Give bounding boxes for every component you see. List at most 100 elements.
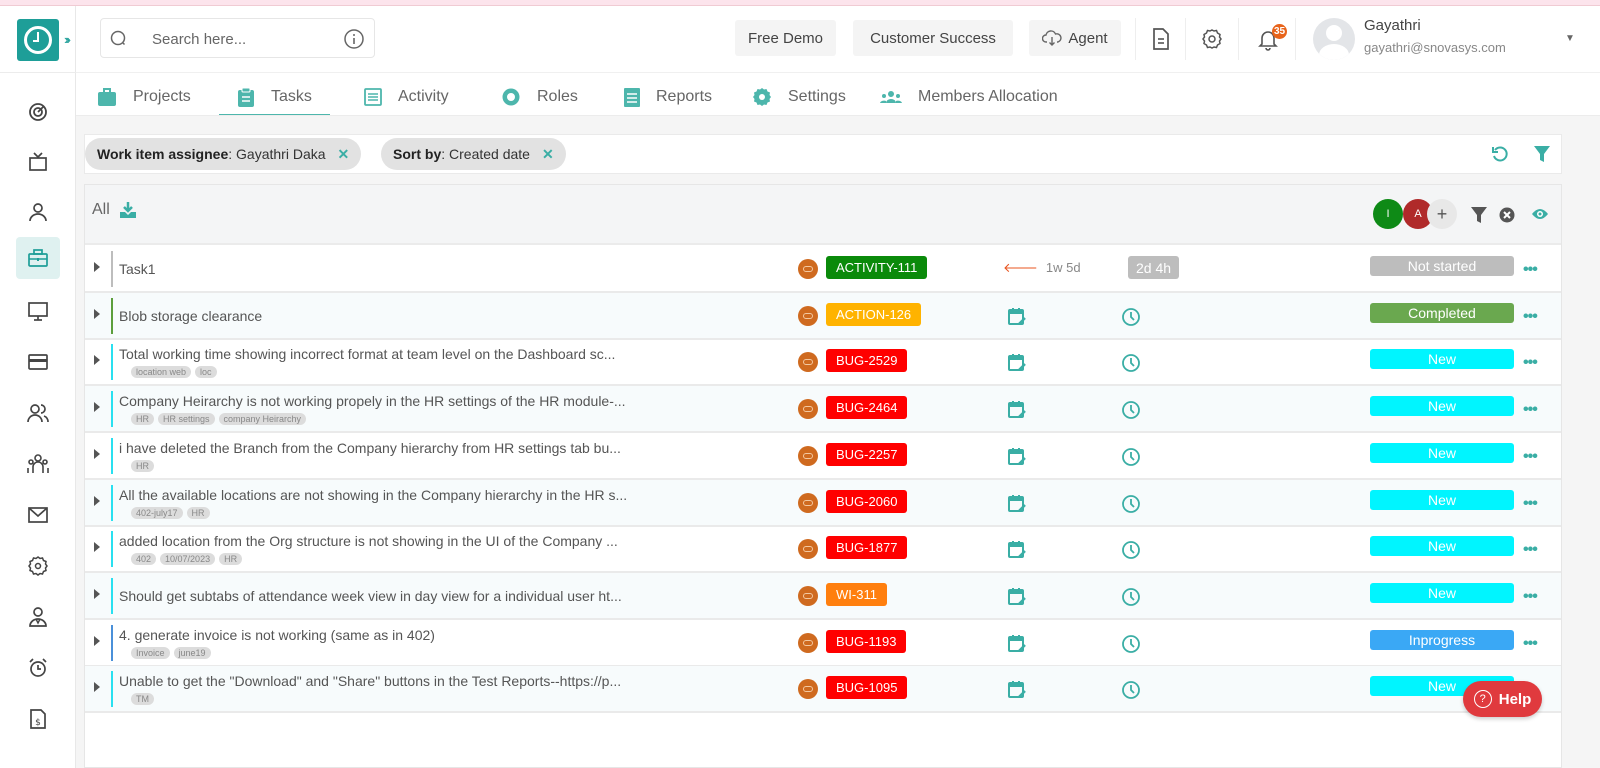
document-icon[interactable]	[1150, 27, 1172, 51]
task-row[interactable]: added location from the Org structure is…	[85, 526, 1561, 574]
link-icon[interactable]	[798, 445, 818, 466]
search-input[interactable]: Search here...	[152, 31, 246, 48]
tab-projects[interactable]: Projects	[97, 78, 191, 116]
expand-sidebar-icon[interactable]: ›››	[64, 32, 71, 47]
status-badge[interactable]: Completed	[1370, 302, 1514, 323]
filter-chip-sort[interactable]: Sort by : Created date ✕	[381, 138, 566, 170]
calendar-edit-icon[interactable]	[1007, 539, 1027, 559]
clock-icon[interactable]	[1121, 494, 1141, 514]
status-badge[interactable]: New	[1370, 489, 1514, 510]
status-badge[interactable]: New	[1370, 349, 1514, 370]
task-key-badge[interactable]: BUG-1193	[826, 629, 907, 653]
user-menu-caret-icon[interactable]: ▼	[1565, 33, 1575, 44]
tab-reports[interactable]: Reports	[624, 78, 712, 116]
calendar-edit-icon[interactable]	[1007, 586, 1027, 606]
link-icon[interactable]	[798, 585, 818, 606]
tab-settings[interactable]: Settings	[752, 78, 846, 116]
eye-icon[interactable]	[1531, 207, 1549, 221]
task-row[interactable]: Unable to get the "Download" and "Share"…	[85, 666, 1561, 714]
link-icon[interactable]	[798, 259, 818, 279]
sidebar-item-tv[interactable]	[16, 141, 60, 183]
calendar-edit-icon[interactable]	[1007, 352, 1027, 372]
more-options-icon[interactable]: •••	[1523, 541, 1538, 559]
task-title[interactable]: Total working time showing incorrect for…	[119, 346, 615, 362]
agent-button[interactable]: Agent	[1029, 20, 1121, 56]
customer-success-button[interactable]: Customer Success	[853, 20, 1013, 56]
task-title[interactable]: All the available locations are not show…	[119, 487, 627, 503]
more-options-icon[interactable]: •••	[1523, 635, 1538, 653]
expand-row-icon[interactable]	[94, 262, 100, 272]
clock-icon[interactable]	[1121, 400, 1141, 420]
task-key-badge[interactable]: ACTION-126	[826, 302, 922, 326]
expand-row-icon[interactable]	[94, 635, 100, 646]
settings-icon[interactable]	[1200, 27, 1224, 51]
task-row[interactable]: Task1 ACTIVITY-111 🡐 1w 5d 2d 4h Not started •…	[85, 246, 1561, 293]
expand-row-icon[interactable]	[94, 542, 100, 553]
task-row[interactable]: Blob storage clearance ACTION-126 Complete…	[85, 292, 1561, 340]
more-options-icon[interactable]: •••	[1523, 588, 1538, 606]
help-button[interactable]: ? Help	[1463, 681, 1542, 717]
clock-icon[interactable]	[1121, 680, 1141, 700]
calendar-edit-icon[interactable]	[1007, 306, 1027, 326]
sidebar-item-mail[interactable]	[16, 494, 60, 536]
expand-row-icon[interactable]	[94, 682, 100, 693]
sidebar-item-settings[interactable]	[16, 545, 60, 587]
expand-row-icon[interactable]	[94, 495, 100, 506]
calendar-edit-icon[interactable]	[1007, 446, 1027, 466]
link-icon[interactable]	[798, 399, 818, 420]
download-icon[interactable]	[119, 201, 137, 219]
sidebar-item-employee[interactable]	[16, 596, 60, 638]
more-options-icon[interactable]: •••	[1523, 448, 1538, 466]
remove-filter-icon[interactable]: ✕	[338, 146, 350, 163]
user-avatar[interactable]	[1313, 18, 1355, 60]
sidebar-item-alarm[interactable]	[16, 647, 60, 689]
clear-filter-icon[interactable]	[1499, 207, 1515, 223]
task-title[interactable]: i have deleted the Branch from the Compa…	[119, 440, 621, 456]
more-options-icon[interactable]: •••	[1523, 261, 1538, 279]
task-row[interactable]: All the available locations are not show…	[85, 479, 1561, 527]
search-box[interactable]: Search here...	[100, 18, 375, 58]
info-icon[interactable]	[343, 28, 365, 50]
tab-activity[interactable]: Activity	[364, 78, 449, 116]
task-title[interactable]: Task1	[119, 261, 156, 277]
link-icon[interactable]	[798, 679, 818, 700]
expand-row-icon[interactable]	[94, 402, 100, 413]
sidebar-item-briefcase[interactable]	[16, 237, 60, 279]
task-row[interactable]: Total working time showing incorrect for…	[85, 339, 1561, 387]
task-key-badge[interactable]: BUG-2529	[826, 349, 908, 373]
clock-icon[interactable]	[1121, 353, 1141, 373]
link-icon[interactable]	[798, 305, 818, 326]
clock-icon[interactable]	[1121, 447, 1141, 467]
task-key-badge[interactable]: BUG-1877	[826, 536, 908, 560]
sidebar-item-users[interactable]	[16, 392, 60, 434]
clock-icon[interactable]	[1121, 587, 1141, 607]
clock-icon[interactable]	[1121, 540, 1141, 560]
calendar-edit-icon[interactable]	[1007, 679, 1027, 699]
task-title[interactable]: Unable to get the "Download" and "Share"…	[119, 673, 621, 689]
calendar-edit-icon[interactable]	[1007, 633, 1027, 653]
task-title[interactable]: Blob storage clearance	[119, 308, 262, 324]
tab-tasks[interactable]: Tasks	[219, 78, 330, 116]
filter-icon[interactable]	[1534, 145, 1550, 163]
sidebar-item-invoice[interactable]: $	[16, 698, 60, 740]
sidebar-item-dashboard[interactable]	[16, 91, 60, 133]
estimate-badge[interactable]: 2d 4h	[1128, 256, 1180, 279]
member-avatar[interactable]: I	[1373, 199, 1403, 229]
task-key-badge[interactable]: WI-311	[826, 582, 887, 606]
sidebar-item-credit-card[interactable]	[16, 341, 60, 383]
status-badge[interactable]: New	[1370, 442, 1514, 463]
clock-icon[interactable]	[1121, 634, 1141, 654]
free-demo-button[interactable]: Free Demo	[735, 20, 836, 56]
link-icon[interactable]	[798, 492, 818, 513]
task-key-badge[interactable]: BUG-2257	[826, 442, 908, 466]
task-key-badge[interactable]: BUG-2060	[826, 489, 908, 513]
task-row[interactable]: Should get subtabs of attendance week vi…	[85, 572, 1561, 620]
expand-row-icon[interactable]	[94, 448, 100, 459]
reset-icon[interactable]	[1491, 145, 1509, 163]
sidebar-item-team[interactable]	[16, 443, 60, 485]
tab-members-allocation[interactable]: Members Allocation	[880, 78, 1058, 116]
task-title[interactable]: added location from the Org structure is…	[119, 533, 618, 549]
task-title[interactable]: Company Heirarchy is not working propely…	[119, 393, 626, 409]
filter-chip-assignee[interactable]: Work item assignee : Gayathri Daka ✕	[85, 138, 362, 170]
add-member-button[interactable]: +	[1427, 199, 1457, 229]
